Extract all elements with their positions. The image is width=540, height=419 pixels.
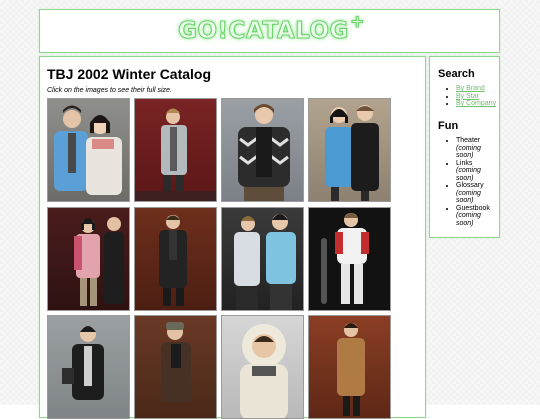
list-item: By Brand	[456, 85, 496, 93]
by-brand-link[interactable]: By Brand	[456, 85, 485, 92]
search-heading: Search	[438, 68, 475, 80]
coming-soon-note: (coming soon)	[456, 144, 481, 160]
links-label: Links	[456, 159, 473, 167]
catalog-thumbnail[interactable]	[47, 207, 130, 311]
logo-plus-icon: +	[350, 12, 365, 33]
fun-list: Theater (coming soon) Links (coming soon…	[430, 137, 499, 227]
coming-soon-note: (coming soon)	[456, 212, 481, 227]
page-background: GO!CATALOG + TBJ 2002 Winter Catalog Clic…	[0, 0, 540, 419]
catalog-thumbnail[interactable]	[308, 207, 391, 311]
catalog-thumbnail[interactable]	[47, 98, 130, 202]
catalog-thumbnail[interactable]	[221, 98, 304, 202]
list-item: Theater (coming soon)	[456, 137, 499, 160]
page-title: TBJ 2002 Winter Catalog	[47, 66, 212, 82]
logo-text: GO!CATALOG	[178, 18, 349, 45]
coming-soon-note: (coming soon)	[456, 167, 481, 182]
by-star-link[interactable]: By Star	[456, 93, 479, 100]
list-item: Glossary (coming soon)	[456, 182, 499, 205]
intro-text: Click on the images to see their full si…	[47, 87, 172, 94]
list-item: By Star	[456, 93, 496, 101]
main-content: TBJ 2002 Winter Catalog Click on the ima…	[39, 56, 426, 419]
list-item: By Company	[456, 100, 496, 108]
coming-soon-note: (coming soon)	[456, 189, 481, 205]
glossary-label: Glossary	[456, 182, 484, 189]
catalog-thumbnail[interactable]	[221, 207, 304, 311]
theater-label: Theater	[456, 137, 481, 144]
catalog-thumbnail[interactable]	[134, 98, 217, 202]
catalog-thumbnail[interactable]	[221, 315, 304, 419]
catalog-thumbnail[interactable]	[308, 98, 391, 202]
catalog-thumbnail[interactable]	[308, 315, 391, 419]
catalog-thumbnail[interactable]	[47, 315, 130, 419]
list-item: Links (coming soon)	[456, 160, 499, 183]
catalog-thumbnail[interactable]	[134, 207, 217, 311]
catalog-thumbnail[interactable]	[134, 315, 217, 419]
guestbook-label: Guestbook	[456, 204, 490, 212]
by-company-link[interactable]: By Company	[456, 100, 496, 107]
sidebar: Search By Brand By Star By Company Fun T…	[429, 56, 500, 238]
search-links-list: By Brand By Star By Company	[430, 85, 496, 108]
fun-heading: Fun	[438, 120, 459, 132]
site-header: GO!CATALOG +	[39, 9, 500, 53]
list-item: Guestbook (coming soon)	[456, 205, 499, 228]
site-logo[interactable]: GO!CATALOG +	[178, 12, 365, 45]
